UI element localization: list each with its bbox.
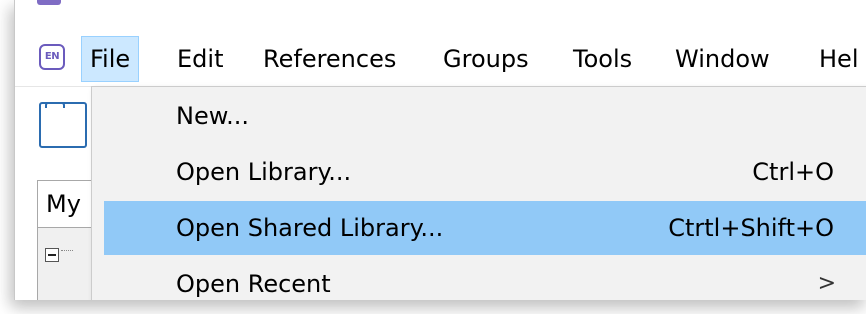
menu-item-open-recent[interactable]: Open Recent > <box>104 257 866 300</box>
title-bar <box>15 0 866 26</box>
folder-icon[interactable] <box>39 102 87 148</box>
menu-item-label: New... <box>176 102 250 130</box>
menu-help[interactable]: Hel <box>811 36 866 82</box>
chevron-right-icon: > <box>817 271 836 296</box>
menu-item-open-library[interactable]: Open Library... Ctrl+O <box>104 145 866 199</box>
screenshot-stage: EN File Edit References Groups Tools Win… <box>0 0 866 314</box>
endnote-window: EN File Edit References Groups Tools Win… <box>14 0 866 300</box>
menu-item-shortcut: Ctrl+O <box>752 158 834 186</box>
file-menu-dropdown: New... Open Library... Ctrl+O Open Share… <box>91 86 866 300</box>
menu-item-open-shared-library[interactable]: Open Shared Library... Ctrtl+Shift+O <box>104 201 866 255</box>
app-icon-stub <box>37 0 61 5</box>
menu-item-label: Open Shared Library... <box>176 214 444 242</box>
menu-file[interactable]: File <box>81 36 140 82</box>
collapse-minus-icon[interactable] <box>45 248 59 262</box>
menu-item-new[interactable]: New... <box>104 89 866 143</box>
menu-references[interactable]: References <box>255 36 404 82</box>
menu-tools[interactable]: Tools <box>565 36 640 82</box>
menu-item-label: Open Library... <box>176 158 352 186</box>
menu-item-label: Open Recent <box>176 270 331 298</box>
endnote-logo-icon: EN <box>39 44 65 70</box>
menu-groups[interactable]: Groups <box>435 36 537 82</box>
tree-connector-line <box>61 250 73 251</box>
menu-window[interactable]: Window <box>667 36 778 82</box>
menu-edit[interactable]: Edit <box>169 36 231 82</box>
menu-item-shortcut: Ctrtl+Shift+O <box>668 214 834 242</box>
